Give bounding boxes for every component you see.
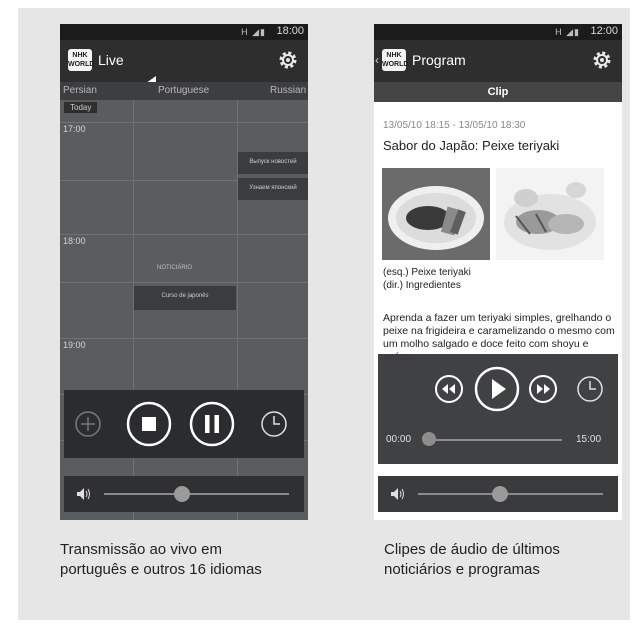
gear-icon[interactable] [590,48,614,72]
image-caption-line: (dir.) Ingredientes [383,280,461,291]
today-label: Today [64,102,98,113]
action-bar: NHK WORLD Live [60,40,308,82]
hour-label: 17:00 [63,124,86,134]
total-time: 15:00 [576,434,602,445]
volume-bar [378,476,618,512]
language-tab-persian[interactable]: Persian [63,85,97,96]
clock-icon[interactable] [576,375,604,403]
program-date-range: 13/05/10 18:15 - 13/05/10 18:30 [383,120,526,131]
status-bar: H ◢▮ 12:00 [374,24,622,40]
clock-icon[interactable] [260,410,288,438]
progress-track[interactable] [426,439,562,441]
fast-forward-icon[interactable] [528,374,558,404]
audio-player: 00:00 15:00 [378,354,618,464]
program-heading: NOTICIÁRIO [157,265,193,271]
clip-caption-line: noticiários e programas [384,561,540,578]
stop-icon[interactable] [126,401,172,447]
teriyaki-photo [382,168,490,260]
nhk-world-logo[interactable]: NHK WORLD [382,49,409,71]
signal-icon: H ◢▮ [241,27,266,37]
grid-line [60,122,308,123]
elapsed-time: 00:00 [386,434,412,445]
clip-caption: Clipes de áudio de últimos noticiários e… [384,540,560,580]
play-icon[interactable] [474,366,520,412]
signal-icon: H ◢▮ [555,27,580,37]
program-screen: H ◢▮ 12:00 ‹ NHK WORLD Program Clip 13/0… [374,24,622,520]
program-cell[interactable]: Узнаем японский [238,178,308,200]
image-caption: (esq.) Peixe teriyaki (dir.) Ingrediente… [383,266,471,292]
action-bar: ‹ NHK WORLD Program [374,40,622,82]
back-chevron-icon[interactable]: ‹ [375,53,379,67]
nhk-world-logo[interactable]: NHK WORLD [68,49,95,71]
screen-title: Program [412,52,466,68]
grid-line [60,282,308,283]
logo-text-top: NHK [386,52,402,59]
gear-icon[interactable] [276,48,300,72]
section-header: Clip [374,82,622,102]
hour-label: 19:00 [63,340,86,350]
grid-line [60,234,308,235]
add-icon[interactable] [74,410,102,438]
program-title: Sabor do Japão: Peixe teriyaki [383,138,560,153]
volume-icon[interactable] [390,487,406,501]
volume-slider-thumb[interactable] [174,486,190,502]
program-cell[interactable]: Curso de japonês [134,286,236,310]
rewind-icon[interactable] [434,374,464,404]
status-time: 12:00 [590,25,618,37]
logo-text-top: NHK [72,52,88,59]
playback-controls [64,390,304,458]
ingredients-photo [496,168,604,260]
status-bar: H ◢▮ 18:00 [60,24,308,40]
hour-label: 18:00 [63,236,86,246]
language-tab-portuguese[interactable]: Portuguese [158,85,209,96]
volume-track[interactable] [418,493,603,495]
clip-caption-line: Clipes de áudio de últimos [384,541,560,558]
status-time: 18:00 [276,25,304,37]
language-tab-russian[interactable]: Russian [270,85,306,96]
live-screen: H ◢▮ 18:00 NHK WORLD Live Persian Portug… [60,24,308,520]
progress-thumb[interactable] [422,432,436,446]
program-cell[interactable]: Выпуск новостей [238,152,308,174]
logo-text-bottom: WORLD [382,61,409,68]
logo-text-bottom: WORLD [68,61,95,68]
volume-bar [64,476,304,512]
live-caption-line: português e outros 16 idiomas [60,561,262,578]
volume-icon[interactable] [76,487,92,501]
live-caption-line: Transmissão ao vivo em [60,541,222,558]
live-caption: Transmissão ao vivo em português e outro… [60,540,262,580]
pause-icon[interactable] [189,401,235,447]
volume-track[interactable] [104,493,289,495]
grid-line [60,338,308,339]
screen-title[interactable]: Live [98,52,124,68]
language-tabs: Persian Portuguese Russian [60,82,308,100]
volume-slider-thumb[interactable] [492,486,508,502]
image-caption-line: (esq.) Peixe teriyaki [383,267,471,278]
